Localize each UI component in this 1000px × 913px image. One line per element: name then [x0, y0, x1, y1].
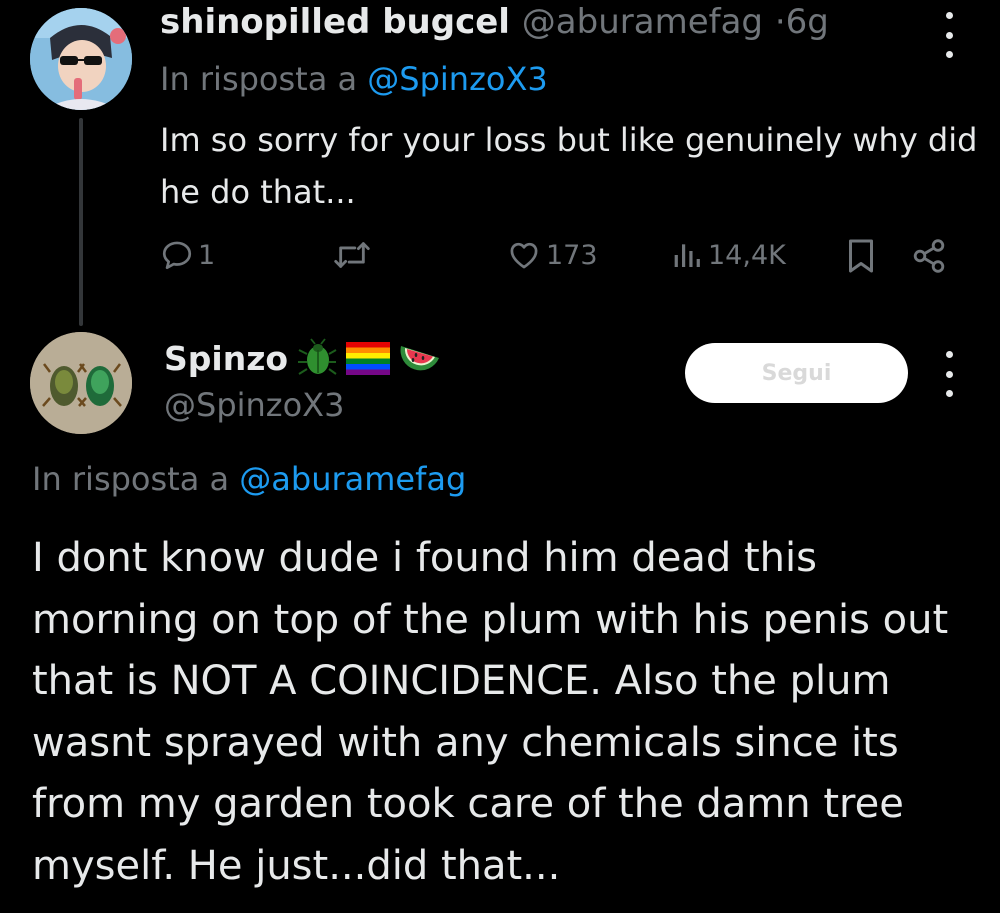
- follow-button[interactable]: Segui: [685, 343, 908, 403]
- timestamp[interactable]: 6g: [786, 2, 829, 42]
- author-name[interactable]: Spinzo: [164, 339, 288, 378]
- retweet-button[interactable]: [332, 238, 372, 272]
- like-button[interactable]: 173: [506, 238, 598, 272]
- more-icon[interactable]: [943, 351, 955, 397]
- avatar-image: [30, 8, 132, 110]
- reply-prefix: In risposta a: [160, 60, 358, 98]
- bookmark-icon: [849, 239, 873, 273]
- reply-count: 1: [198, 239, 216, 271]
- bookmark-button[interactable]: [846, 238, 876, 274]
- views-icon: [674, 244, 700, 267]
- reply-icon: [162, 241, 192, 270]
- author-line: Spinzo: [164, 338, 442, 378]
- watermelon-emoji-icon: [400, 346, 440, 371]
- like-count: 173: [546, 239, 598, 271]
- thread-line: [79, 118, 83, 326]
- avatar[interactable]: [30, 8, 132, 110]
- share-icon: [913, 239, 945, 273]
- share-button[interactable]: [910, 238, 948, 274]
- reply-to-link[interactable]: @aburamefag: [239, 460, 466, 498]
- avatar-image: [30, 332, 132, 434]
- rainbow-flag-icon: [346, 342, 391, 375]
- view-count: 14,4K: [708, 239, 786, 271]
- more-icon[interactable]: [943, 12, 955, 58]
- views-button[interactable]: 14,4K: [672, 238, 786, 272]
- like-icon: [510, 242, 538, 269]
- reply-to-link[interactable]: @SpinzoX3: [367, 60, 547, 98]
- reply-context: In risposta a @SpinzoX3: [160, 60, 548, 98]
- reply-context: In risposta a @aburamefag: [32, 460, 466, 498]
- tweet-text: I dont know dude i found him dead this m…: [32, 535, 949, 889]
- separator: ·: [774, 2, 786, 42]
- tweet-text: Im so sorry for your loss but like genui…: [160, 121, 978, 211]
- author-line: shinopilled bugcel @aburamefag ·6g: [160, 2, 829, 42]
- retweet-icon: [334, 242, 370, 268]
- author-name[interactable]: shinopilled bugcel: [160, 2, 510, 42]
- reply-prefix: In risposta a: [32, 460, 230, 498]
- reply-button[interactable]: 1: [160, 238, 215, 272]
- author-handle[interactable]: @SpinzoX3: [164, 386, 344, 424]
- avatar[interactable]: [30, 332, 132, 434]
- author-handle[interactable]: @aburamefag: [522, 2, 763, 42]
- beetle-emoji-icon: [298, 338, 337, 375]
